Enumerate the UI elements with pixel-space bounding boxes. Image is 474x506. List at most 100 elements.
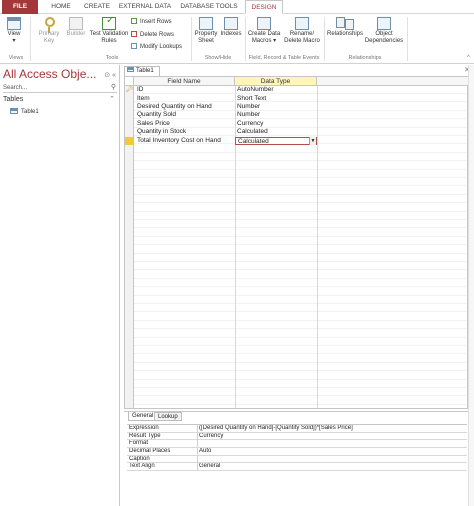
field-name-cell[interactable]: ID bbox=[137, 86, 233, 94]
vertical-scrollbar[interactable] bbox=[468, 65, 474, 506]
table-icon bbox=[10, 108, 18, 114]
property-row[interactable]: Decimal Places Auto bbox=[127, 448, 467, 456]
view-icon bbox=[7, 17, 21, 30]
text-align-value[interactable]: General bbox=[199, 463, 465, 470]
tab-create[interactable]: CREATE bbox=[80, 0, 114, 14]
data-type-cell[interactable]: Number bbox=[237, 103, 315, 111]
field-properties-pane: General Lookup Expression ([Desired Quant… bbox=[124, 411, 468, 506]
data-type-select[interactable]: Calculated ▼ bbox=[235, 136, 317, 145]
column-header-field-name[interactable]: Field Name bbox=[134, 77, 235, 86]
tab-design[interactable]: DESIGN bbox=[245, 0, 283, 14]
create-data-macros-button[interactable]: Create Data Macros ▾ bbox=[246, 14, 282, 45]
field-name-cell[interactable]: Item bbox=[137, 95, 233, 103]
nav-search-input[interactable]: Search... ⚲ bbox=[3, 83, 117, 93]
nav-shutter-icon[interactable]: « bbox=[112, 72, 116, 79]
property-row[interactable]: Text Align General bbox=[127, 463, 467, 472]
decimal-places-value[interactable]: Auto bbox=[199, 448, 465, 455]
rename-delete-macro-label-1: Rename/ bbox=[289, 31, 315, 37]
table-row[interactable]: Desired Quantity on Hand Number bbox=[125, 103, 469, 111]
object-dependencies-label-2: Dependencies bbox=[364, 38, 404, 44]
relationships-button[interactable]: Relationships bbox=[325, 14, 365, 38]
property-name: Format bbox=[129, 440, 149, 447]
tab-home[interactable]: HOME bbox=[46, 0, 76, 14]
insert-rows-label: Insert Rows bbox=[140, 19, 172, 25]
current-row-selector[interactable] bbox=[125, 136, 134, 145]
field-name-cell[interactable]: Sales Price bbox=[137, 120, 233, 128]
table-row[interactable]: Sales Price Currency bbox=[125, 120, 469, 128]
primary-key-button[interactable]: Primary Key bbox=[36, 14, 62, 45]
builder-button[interactable]: Builder bbox=[64, 14, 88, 38]
group-label-views: Views bbox=[8, 55, 24, 61]
object-dependencies-button[interactable]: Object Dependencies bbox=[364, 14, 404, 45]
row-selector[interactable] bbox=[125, 128, 134, 136]
property-sheet-button[interactable]: Property Sheet bbox=[193, 14, 219, 45]
table-row[interactable]: Item Short Text bbox=[125, 95, 469, 103]
view-label: View bbox=[7, 31, 21, 37]
data-type-cell[interactable]: Currency bbox=[237, 120, 315, 128]
nav-group-tables[interactable]: Tables ⌃ bbox=[3, 95, 117, 105]
expression-value[interactable]: ([Desired Quantity on Hand]-[Quantity So… bbox=[199, 425, 465, 432]
group-separator bbox=[30, 17, 31, 61]
nav-item-table1[interactable]: Table1 bbox=[10, 107, 39, 117]
nav-pane-title[interactable]: All Access Obje... bbox=[3, 67, 96, 81]
group-label-relationships: Relationships bbox=[348, 55, 382, 61]
macro-icon bbox=[257, 17, 271, 30]
delete-rows-icon bbox=[131, 31, 137, 37]
row-selector[interactable] bbox=[125, 103, 134, 111]
data-type-cell[interactable]: Number bbox=[237, 111, 315, 119]
property-row[interactable]: Result Type Currency bbox=[127, 432, 467, 441]
group-separator bbox=[407, 17, 408, 61]
document-tab-table1[interactable]: Table1 bbox=[124, 66, 160, 76]
field-name-cell[interactable]: Quantity Sold bbox=[137, 111, 233, 119]
modify-lookups-button[interactable]: Modify Lookups bbox=[131, 43, 182, 50]
search-icon: ⚲ bbox=[110, 84, 116, 91]
row-selector[interactable] bbox=[125, 95, 134, 103]
indexes-label: Indexes bbox=[220, 31, 242, 37]
test-validation-rules-button[interactable]: Test Validation Rules bbox=[88, 14, 130, 45]
result-type-value[interactable]: Currency bbox=[199, 433, 465, 440]
group-label-field-record-table-events: Field, Record & Table Events bbox=[248, 55, 320, 61]
row-selector-header[interactable] bbox=[125, 77, 134, 86]
chevron-down-icon[interactable]: ▼ bbox=[309, 136, 316, 145]
field-name-cell[interactable]: Desired Quantity on Hand bbox=[137, 103, 233, 111]
tab-lookup[interactable]: Lookup bbox=[154, 412, 182, 421]
row-selector[interactable] bbox=[125, 111, 134, 119]
column-header-description[interactable] bbox=[317, 77, 469, 86]
tab-external-data[interactable]: EXTERNAL DATA bbox=[118, 0, 172, 14]
delete-rows-button[interactable]: Delete Rows bbox=[131, 31, 174, 38]
tab-file[interactable]: FILE bbox=[2, 0, 38, 14]
property-name: Caption bbox=[129, 455, 150, 462]
row-selector[interactable] bbox=[125, 120, 134, 128]
table-row[interactable]: 🔑︎ ID AutoNumber bbox=[125, 86, 469, 94]
insert-rows-button[interactable]: Insert Rows bbox=[131, 18, 172, 25]
table-row[interactable]: Quantity Sold Number bbox=[125, 111, 469, 119]
property-name: Result Type bbox=[129, 432, 161, 439]
property-row[interactable]: Caption bbox=[127, 455, 467, 464]
indexes-button[interactable]: Indexes bbox=[219, 14, 243, 38]
test-validation-label-2: Rules bbox=[101, 38, 117, 44]
tab-database-tools[interactable]: DATABASE TOOLS bbox=[178, 0, 240, 14]
property-name: Decimal Places bbox=[129, 448, 171, 455]
rename-delete-macro-button[interactable]: Rename/ Delete Macro bbox=[282, 14, 322, 45]
relationships-icon bbox=[336, 17, 354, 30]
collapse-ribbon-icon[interactable]: ^ bbox=[467, 55, 470, 61]
table-design-document: Table1 ✕ Field Name Data Type 🔑︎ ID Auto… bbox=[122, 65, 474, 506]
property-row[interactable]: Format bbox=[127, 440, 467, 449]
builder-label: Builder bbox=[66, 31, 86, 37]
rename-delete-macro-label-2: Delete Macro bbox=[284, 38, 320, 44]
data-type-cell[interactable]: Short Text bbox=[237, 95, 315, 103]
column-header-data-type[interactable]: Data Type bbox=[235, 77, 317, 86]
property-row[interactable]: Expression ([Desired Quantity on Hand]-[Q… bbox=[127, 425, 467, 433]
data-type-cell[interactable]: Calculated bbox=[237, 128, 315, 136]
tab-general[interactable]: General bbox=[128, 412, 158, 421]
field-name-cell[interactable]: Total Inventory Cost on Hand bbox=[137, 137, 233, 145]
checkmark-icon bbox=[102, 17, 116, 30]
table-row[interactable]: Quantity in Stock Calculated bbox=[125, 128, 469, 136]
field-name-cell[interactable]: Quantity in Stock bbox=[137, 128, 233, 136]
view-button[interactable]: View ▾ bbox=[2, 14, 26, 45]
property-sheet-label-1: Property bbox=[194, 31, 218, 37]
nav-menu-chevron-icon[interactable]: ⊙ bbox=[104, 72, 110, 79]
data-type-cell[interactable]: AutoNumber bbox=[237, 86, 315, 94]
navigation-pane: All Access Obje... ⊙ « Search... ⚲ Table… bbox=[0, 65, 120, 506]
table-row-current[interactable]: Total Inventory Cost on Hand Calculated … bbox=[125, 136, 469, 145]
